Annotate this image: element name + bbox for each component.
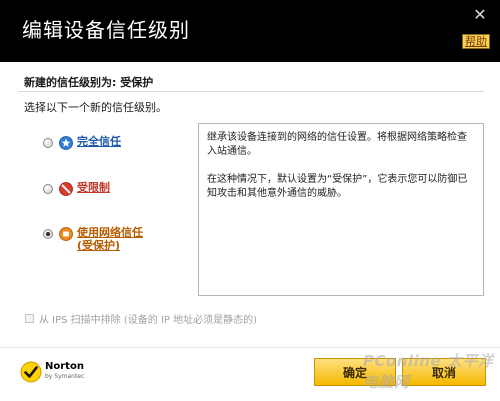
description-paragraph: 在这种情况下，默认设置为“受保护”，它表示您可以防御已知攻击和其他意外通信的威胁…: [207, 174, 468, 199]
window-title: 编辑设备信任级别: [22, 18, 190, 42]
exclude-ips-label: 从 IPS 扫描中排除 (设备的 IP 地址必须是静态的): [39, 315, 258, 326]
option-network-trust[interactable]: 使用网络信任 (受保护): [43, 226, 143, 252]
option-restricted[interactable]: 受限制: [43, 181, 110, 196]
footer-divider: [0, 347, 500, 348]
network-trust-icon: [59, 227, 73, 241]
title-bar: 编辑设备信任级别 ✕ 帮助: [0, 0, 500, 62]
shield-star-icon: [59, 136, 73, 150]
radio-restricted[interactable]: [43, 184, 53, 194]
option-label: 完全信任: [77, 135, 121, 148]
exclude-ips-checkbox: [25, 314, 34, 323]
header-divider: [18, 91, 484, 92]
option-full-trust[interactable]: 完全信任: [43, 135, 121, 150]
radio-full-trust[interactable]: [43, 138, 53, 148]
description-paragraph: 继承该设备连接到的网络的信任设置。将根据网络策略检查入站通信。: [207, 132, 467, 157]
radio-network-trust[interactable]: [43, 229, 53, 239]
norton-checkmark-icon: [20, 361, 42, 383]
brand-name: Norton: [45, 361, 84, 372]
brand-subtitle: by Symantec: [45, 373, 85, 380]
no-entry-icon: [59, 182, 73, 196]
cancel-button[interactable]: 取消: [402, 358, 486, 386]
close-icon[interactable]: ✕: [472, 7, 488, 23]
help-link[interactable]: 帮助: [462, 34, 490, 49]
option-label: 受限制: [77, 181, 110, 194]
option-label: 使用网络信任 (受保护): [77, 226, 143, 252]
ok-button[interactable]: 确定: [314, 358, 396, 386]
instruction-text: 选择以下一个新的信任级别。: [24, 101, 167, 114]
new-trust-level-heading: 新建的信任级别为: 受保护: [24, 76, 154, 89]
description-panel: 继承该设备连接到的网络的信任设置。将根据网络策略检查入站通信。 在这种情况下，默…: [198, 123, 484, 296]
norton-logo: Norton by Symantec: [20, 361, 84, 383]
exclude-ips-option: 从 IPS 扫描中排除 (设备的 IP 地址必须是静态的): [25, 311, 257, 326]
